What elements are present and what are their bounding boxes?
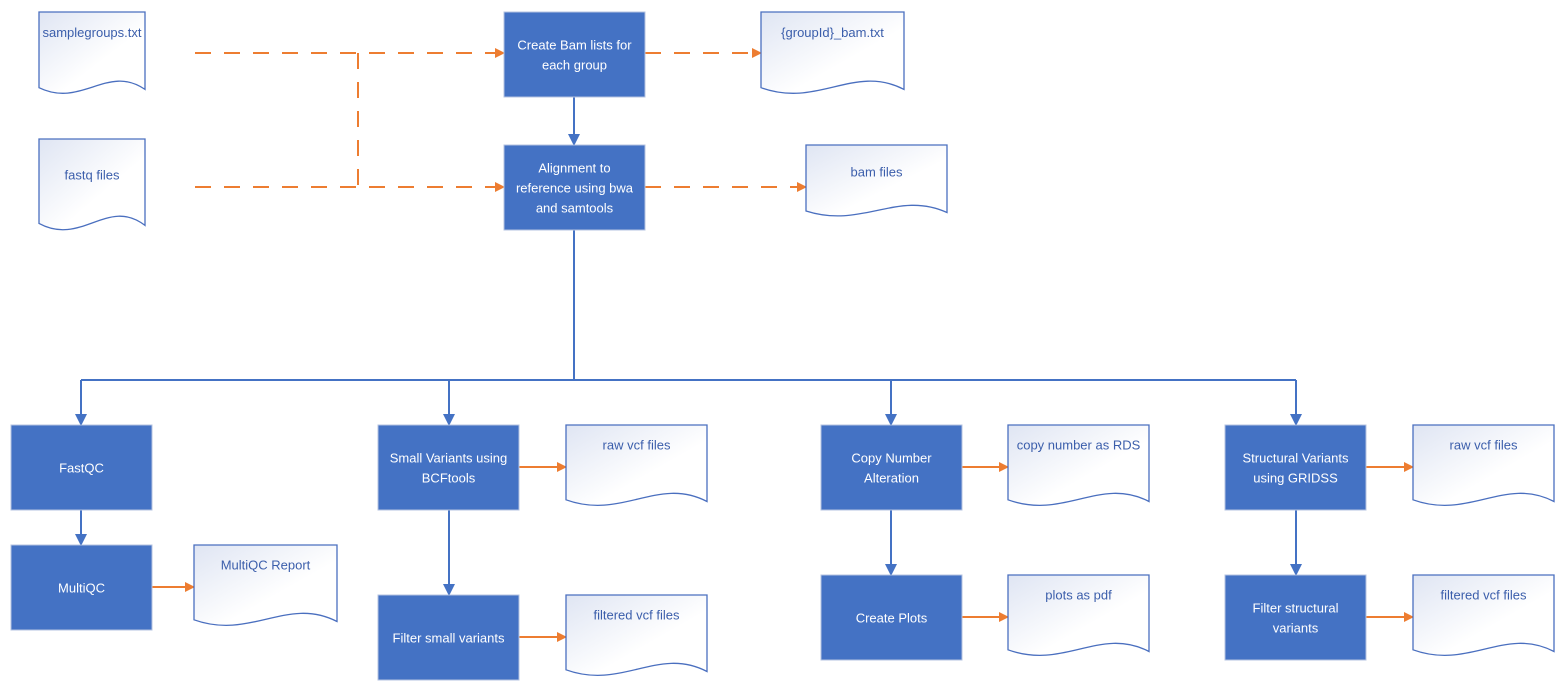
process-label: Filter small variants (393, 631, 505, 646)
document-label: {groupId}_bam.txt (781, 25, 884, 40)
document-copy-number: copy number as RDS (1007, 424, 1150, 506)
document-plots-pdf: plots as pdf (1007, 574, 1150, 656)
process-sv: Structural Variants using GRIDSS (1224, 424, 1367, 511)
process-label: FastQC (59, 461, 104, 476)
document-filtered-vcf-small: filtered vcf files (565, 594, 708, 676)
document-bam: bam files (805, 144, 948, 217)
process-create-bam: Create Bam lists for each group (503, 11, 646, 98)
document-label: filtered vcf files (1441, 588, 1527, 603)
process-label: reference using bwa (516, 181, 634, 196)
process-label: BCFtools (422, 471, 476, 486)
document-filtered-vcf-sv: filtered vcf files (1412, 574, 1555, 656)
pipeline-flowchart: Create Bam lists for each group Alignment … (10, 11, 1555, 681)
process-plots: Create Plots (820, 574, 963, 661)
document-multiqc-report: MultiQC Report (193, 544, 338, 626)
process-label: using GRIDSS (1253, 471, 1338, 486)
process-label: Copy Number (851, 451, 932, 466)
document-label: samplegroups.txt (43, 25, 142, 40)
process-label: Structural Variants (1243, 451, 1349, 466)
process-label: each group (542, 58, 607, 73)
process-label: Alteration (864, 471, 919, 486)
document-samplegroups: samplegroups.txt (38, 11, 146, 94)
process-label: Create Bam lists for (517, 38, 632, 53)
process-label: Create Plots (856, 611, 928, 626)
document-label: plots as pdf (1045, 588, 1112, 603)
process-filter-sv: Filter structural variants (1224, 574, 1367, 661)
process-multiqc: MultiQC (10, 544, 153, 631)
process-small-var: Small Variants using BCFtools (377, 424, 520, 511)
document-label: bam files (850, 165, 903, 180)
document-label: filtered vcf files (594, 608, 680, 623)
process-label: and samtools (536, 201, 614, 216)
document-groupid-bam: {groupId}_bam.txt (760, 11, 905, 94)
document-label: copy number as RDS (1017, 438, 1141, 453)
process-label: Small Variants using (390, 451, 508, 466)
process-label: MultiQC (58, 581, 105, 596)
document-label: MultiQC Report (221, 558, 311, 573)
document-label: raw vcf files (603, 438, 671, 453)
process-label: variants (1273, 621, 1319, 636)
process-cna: Copy Number Alteration (820, 424, 963, 511)
process-fastqc: FastQC (10, 424, 153, 511)
document-raw-vcf-sv: raw vcf files (1412, 424, 1555, 506)
process-align: Alignment to reference using bwa and samto… (503, 144, 646, 231)
process-label: Filter structural (1253, 601, 1339, 616)
document-fastq: fastq files (38, 138, 146, 231)
document-raw-vcf-small: raw vcf files (565, 424, 708, 506)
process-label: Alignment to (538, 161, 610, 176)
document-label: fastq files (65, 167, 120, 182)
process-filter-small: Filter small variants (377, 594, 520, 681)
document-label: raw vcf files (1450, 438, 1518, 453)
